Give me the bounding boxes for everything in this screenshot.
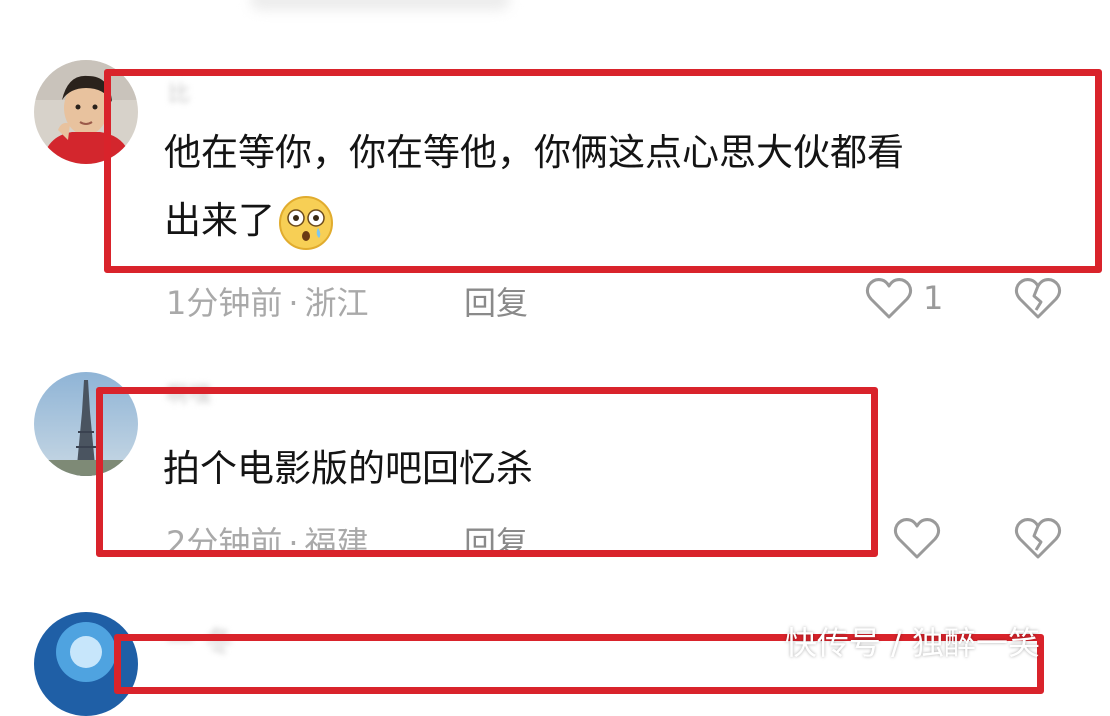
reply-button[interactable]: 回复: [464, 278, 528, 324]
astonished-face-emoji-icon: [277, 194, 335, 252]
heart-outline-icon: [893, 518, 941, 559]
comment-item-1: 比 他在等你，你在等他，你俩这点心思大伙都看 出来了 1分钟前·浙江 回复: [0, 0, 1110, 360]
meta-separator: ·: [288, 284, 299, 322]
like-button[interactable]: 1: [865, 276, 943, 320]
comment-time: 1分钟前: [166, 284, 283, 322]
comment-text-line-2: 出来了: [164, 199, 275, 242]
username[interactable]: 比: [168, 76, 191, 108]
broken-heart-icon: [1014, 278, 1062, 319]
avatar[interactable]: [34, 60, 138, 164]
meta-separator: ·: [288, 524, 299, 562]
username[interactable]: 啊嘿: [166, 377, 212, 409]
comment-text: 拍个电影版的吧回忆杀: [163, 447, 533, 490]
comment-item-2: 啊嘿 拍个电影版的吧回忆杀 2分钟前 · 福建 回复: [0, 360, 1110, 600]
like-count: 1: [923, 279, 944, 317]
avatar[interactable]: [34, 372, 138, 476]
username[interactable]: 一 冬: [166, 620, 234, 660]
comment-text: 他在等你，你在等他，你俩这点心思大伙都看 出来了: [164, 123, 904, 252]
comment-time: 2分钟前: [166, 524, 283, 562]
comment-location: 浙江: [304, 284, 369, 322]
like-button[interactable]: [893, 516, 941, 560]
reply-button[interactable]: 回复: [464, 518, 528, 564]
dislike-button[interactable]: [1014, 516, 1062, 560]
comment-location: 福建: [304, 524, 369, 562]
broken-heart-icon: [1014, 518, 1062, 559]
comment-meta: 1分钟前 · 浙江: [166, 278, 369, 324]
watermark: 快传号 / 独醉一笑: [784, 624, 1040, 662]
heart-outline-icon: [865, 278, 913, 319]
avatar[interactable]: [34, 612, 138, 716]
comment-text-line: 出来了: [164, 191, 904, 252]
dislike-button[interactable]: [1014, 276, 1062, 320]
comment-meta: 2分钟前 · 福建: [166, 518, 369, 564]
comment-text-line: 他在等你，你在等他，你俩这点心思大伙都看: [164, 131, 904, 174]
